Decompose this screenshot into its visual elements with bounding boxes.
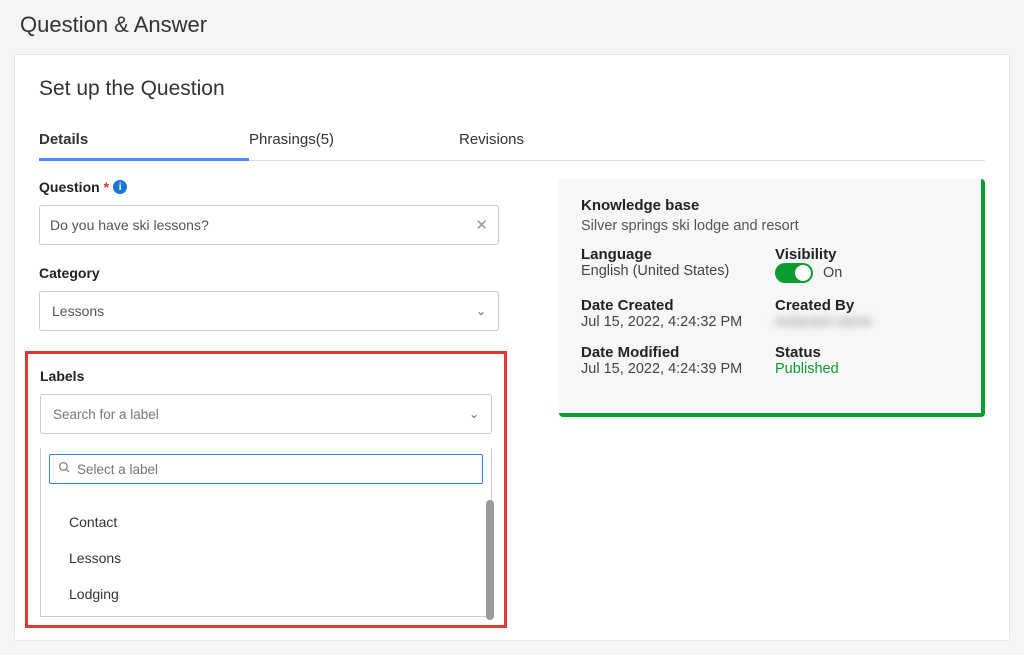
status-label: Status: [775, 344, 959, 361]
label-option-lodging[interactable]: Lodging: [55, 576, 483, 612]
category-label: Category: [39, 265, 499, 281]
visibility-value: On: [823, 265, 842, 281]
card-title: Set up the Question: [39, 77, 985, 101]
info-column: Knowledge base Silver springs ski lodge …: [559, 179, 985, 417]
labels-label: Labels: [40, 368, 492, 384]
page-title: Question & Answer: [0, 0, 1024, 54]
labels-select[interactable]: Search for a label ⌄: [40, 394, 492, 434]
labels-options: Contact Lessons Lodging: [49, 496, 483, 612]
date-created-label: Date Created: [581, 297, 765, 314]
tab-details[interactable]: Details: [39, 123, 249, 161]
category-value: Lessons: [52, 303, 104, 319]
label-option-lessons[interactable]: Lessons: [55, 540, 483, 576]
kb-value: Silver springs ski lodge and resort: [581, 218, 959, 234]
date-modified-value: Jul 15, 2022, 4:24:39 PM: [581, 361, 765, 377]
status-value: Published: [775, 361, 959, 377]
labels-select-placeholder: Search for a label: [53, 407, 159, 422]
question-setup-card: Set up the Question Details Phrasings(5)…: [14, 54, 1010, 641]
tabs: Details Phrasings(5) Revisions: [39, 123, 985, 161]
labels-dropdown: Contact Lessons Lodging: [40, 448, 492, 617]
category-select[interactable]: Lessons ⌄: [39, 291, 499, 331]
tab-phrasings[interactable]: Phrasings(5): [249, 123, 459, 160]
language-value: English (United States): [581, 263, 765, 279]
labels-section-highlight: Labels Search for a label ⌄ Contact Less…: [25, 351, 507, 628]
info-icon[interactable]: i: [113, 180, 127, 194]
language-label: Language: [581, 246, 765, 263]
created-by-label: Created By: [775, 297, 959, 314]
question-input[interactable]: [50, 206, 475, 244]
kb-label: Knowledge base: [581, 197, 959, 214]
clear-icon[interactable]: ✕: [475, 216, 488, 234]
label-option-contact[interactable]: Contact: [55, 504, 483, 540]
question-input-wrap[interactable]: ✕: [39, 205, 499, 245]
search-icon: [58, 461, 71, 477]
form-column: Question * i ✕ Category Lessons ⌄ Labels…: [39, 179, 499, 628]
question-label-text: Question: [39, 179, 100, 195]
created-by-value: redacted name: [775, 314, 959, 330]
info-panel: Knowledge base Silver springs ski lodge …: [559, 179, 985, 417]
visibility-label: Visibility: [775, 246, 959, 263]
question-label: Question * i: [39, 179, 499, 195]
chevron-down-icon: ⌄: [476, 304, 486, 318]
chevron-down-icon: ⌄: [469, 407, 479, 421]
date-created-value: Jul 15, 2022, 4:24:32 PM: [581, 314, 765, 330]
date-modified-label: Date Modified: [581, 344, 765, 361]
visibility-toggle[interactable]: [775, 263, 813, 283]
labels-search-wrap[interactable]: [49, 454, 483, 484]
labels-search-input[interactable]: [77, 462, 474, 477]
required-mark: *: [104, 179, 109, 195]
tab-revisions[interactable]: Revisions: [459, 123, 669, 160]
